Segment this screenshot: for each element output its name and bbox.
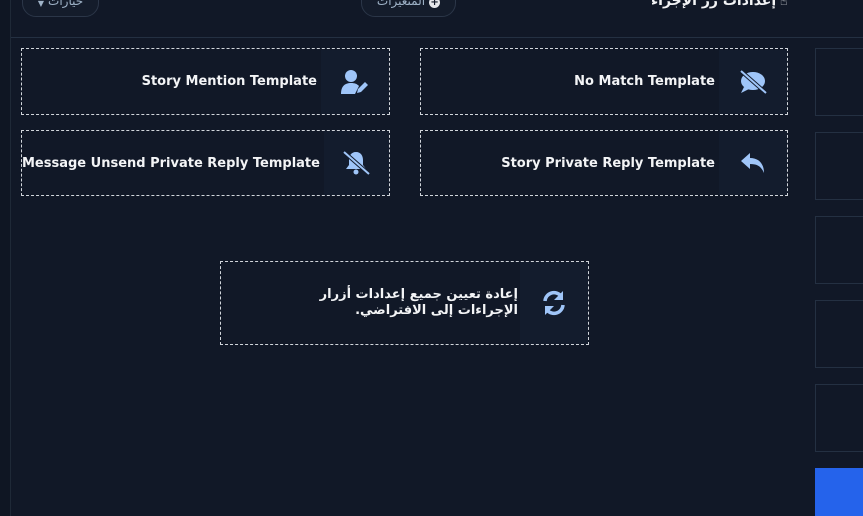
page-header: ▼ خيارات المتغيرات + ☝ إعدادات زر الإجرا… [11, 0, 863, 38]
sync-icon [520, 262, 588, 344]
hand-pointer-icon: ☝ [780, 0, 788, 8]
user-pen-icon [321, 49, 389, 114]
chevron-down-icon: ▼ [37, 0, 45, 8]
bell-slash-icon [323, 131, 389, 195]
variables-button[interactable]: المتغيرات + [361, 0, 456, 17]
no-match-template-label: No Match Template [574, 74, 715, 89]
message-unsend-template-label: Message Unsend Private Reply Template [22, 155, 320, 171]
right-panel-column [815, 0, 863, 516]
story-private-reply-template-label: Story Private Reply Template [501, 155, 715, 171]
plus-circle-icon: + [429, 0, 441, 8]
story-private-reply-template-card[interactable]: Story Private Reply Template [420, 130, 788, 196]
no-match-template-card[interactable]: No Match Template [420, 48, 788, 115]
right-panel-box[interactable] [815, 132, 863, 200]
left-sidebar-strip [0, 0, 11, 516]
reset-all-label: إعادة تعيين جميع إعدادات أزرار الإجراءات… [319, 287, 518, 318]
right-panel-box[interactable] [815, 300, 863, 368]
story-mention-template-label: Story Mention Template [141, 74, 317, 89]
right-panel-box[interactable] [815, 48, 863, 116]
right-panel-box[interactable] [815, 216, 863, 284]
right-panel-box[interactable] [815, 384, 863, 452]
message-unsend-template-card[interactable]: Message Unsend Private Reply Template [21, 130, 390, 196]
variables-label: المتغيرات [376, 0, 426, 8]
options-dropdown[interactable]: ▼ خيارات [22, 0, 99, 17]
primary-action-button[interactable] [815, 468, 863, 516]
reply-icon [719, 131, 787, 195]
comment-slash-icon [719, 49, 787, 114]
page-title: ☝ إعدادات زر الإجراء [651, 0, 791, 10]
reset-all-action-buttons-card[interactable]: إعادة تعيين جميع إعدادات أزرار الإجراءات… [220, 261, 589, 345]
page-title-text: إعدادات زر الإجراء [651, 0, 777, 9]
story-mention-template-card[interactable]: Story Mention Template [21, 48, 390, 115]
options-label: خيارات [48, 0, 84, 8]
